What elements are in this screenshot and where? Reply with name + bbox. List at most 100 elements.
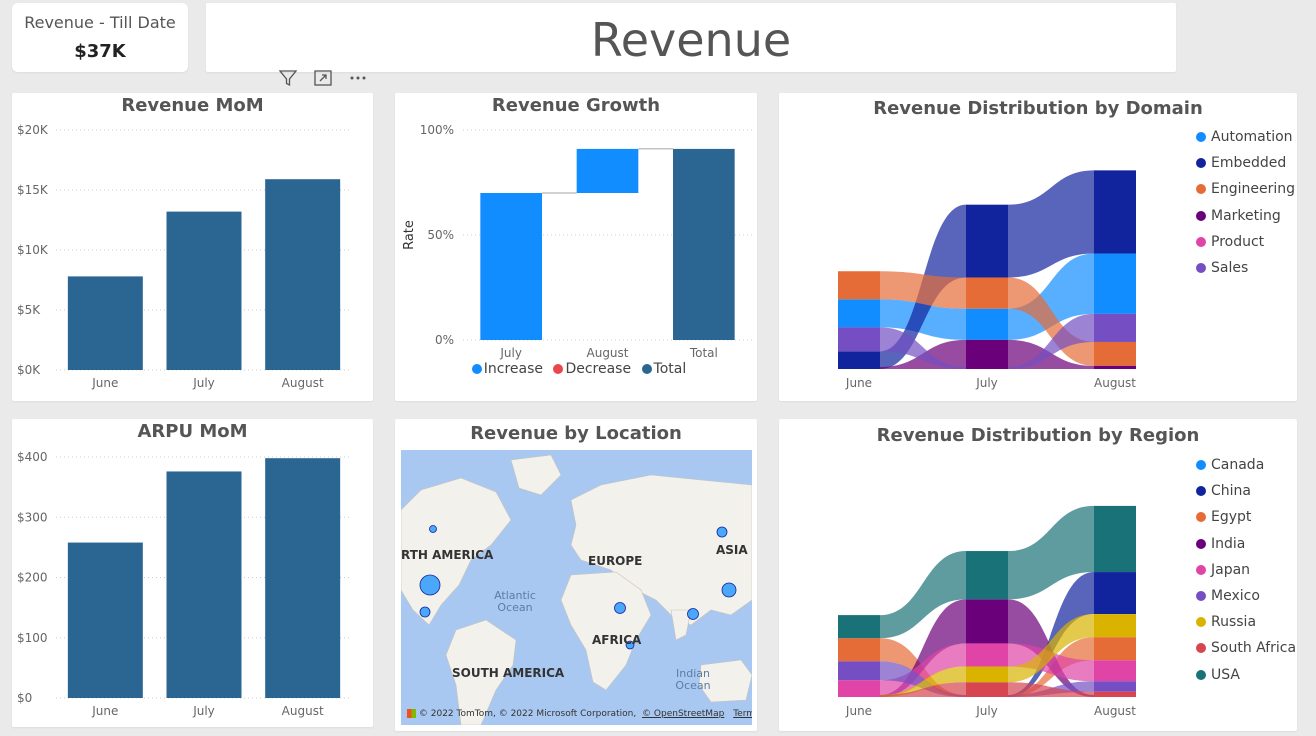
revenue-by-location-panel[interactable]: Revenue by Location RTH AMERICA EUROPE A…: [395, 419, 757, 731]
legend-label: Embedded: [1211, 155, 1287, 172]
y-tick-label: $200: [17, 571, 48, 585]
ribbon-segment: [1094, 341, 1136, 366]
legend-item[interactable]: Canada: [1196, 452, 1296, 478]
legend-dot: [1196, 669, 1206, 680]
legend-dot: [1196, 184, 1206, 195]
ribbon-segment: [838, 638, 880, 662]
page-title: Revenue: [590, 13, 792, 67]
legend-item[interactable]: Egypt: [1196, 504, 1296, 530]
location-bubble: [721, 582, 737, 598]
osm-link[interactable]: © OpenStreetMap: [642, 709, 724, 719]
legend-dot: [1196, 236, 1206, 247]
legend-item[interactable]: Product: [1196, 229, 1295, 255]
terms-link[interactable]: Terms: [733, 709, 752, 719]
x-tick-label: July: [499, 346, 522, 360]
legend-item[interactable]: Marketing: [1196, 203, 1295, 229]
bar: [67, 542, 143, 698]
bar: [265, 458, 341, 698]
map-label-atlantic: Atlantic Ocean: [494, 589, 536, 614]
legend-dot: [1196, 210, 1206, 221]
legend-dot: [1196, 460, 1206, 471]
legend-label: Canada: [1211, 457, 1265, 474]
legend-dot: [1196, 132, 1206, 143]
ribbon-segment: [1094, 691, 1136, 697]
x-tick-label: July: [192, 376, 215, 390]
focus-mode-icon[interactable]: [313, 68, 333, 88]
y-tick-label: 50%: [427, 228, 454, 242]
legend-label: South Africa: [1211, 640, 1297, 657]
revenue-mom-panel[interactable]: Revenue MoM $0K $5K $10K $15K $20K June July Au…: [12, 93, 373, 401]
legend-dot: [1196, 617, 1206, 628]
attribution-text: © 2022 TomTom, © 2022 Microsoft Corporat…: [418, 709, 637, 719]
page-title-card: Revenue: [206, 3, 1176, 72]
bar: [166, 471, 242, 698]
location-bubble: [429, 525, 437, 533]
y-axis-label: Rate: [402, 220, 417, 250]
legend-dot: [1196, 564, 1206, 575]
legend-item[interactable]: Japan: [1196, 557, 1296, 583]
legend-label: China: [1211, 483, 1251, 500]
x-tick-label: August: [1094, 376, 1136, 390]
kpi-card: Revenue - Till Date $37K: [12, 3, 188, 72]
x-tick-label: June: [845, 704, 872, 718]
ribbon-segment: [1094, 505, 1136, 573]
ribbon-segment: [1094, 313, 1136, 342]
legend-item[interactable]: USA: [1196, 662, 1296, 688]
map-attribution: © 2022 TomTom, © 2022 Microsoft Corporat…: [407, 709, 752, 719]
legend-label: Marketing: [1211, 207, 1281, 224]
legend-item[interactable]: Automation: [1196, 124, 1295, 150]
legend-dot: [1196, 512, 1206, 523]
legend-item[interactable]: Mexico: [1196, 583, 1296, 609]
legend-label: Total: [653, 361, 687, 377]
x-tick-label: July: [192, 704, 215, 718]
arpu-mom-panel[interactable]: ARPU MoM $0 $100 $200 $300 $400 June July Augus…: [12, 419, 373, 727]
legend-label: USA: [1211, 666, 1240, 683]
filter-icon[interactable]: [278, 68, 298, 88]
ribbon-segment: [966, 551, 1008, 600]
ribbon-segment: [966, 666, 1008, 683]
world-map[interactable]: RTH AMERICA EUROPE ASIA AFRICA SOUTH AME…: [401, 450, 752, 725]
legend-item[interactable]: Engineering: [1196, 176, 1295, 202]
location-bubble: [716, 526, 728, 538]
legend-item[interactable]: Sales: [1196, 255, 1295, 281]
y-tick-label: $400: [17, 450, 48, 464]
ribbon-segment: [1094, 660, 1136, 682]
ribbon-segment: [838, 271, 880, 300]
map-label-europe: EUROPE: [588, 554, 643, 568]
legend-dot: [1196, 591, 1206, 602]
y-tick-label: 0%: [435, 333, 454, 347]
legend-item[interactable]: South Africa: [1196, 635, 1296, 661]
legend-dot: [641, 364, 652, 374]
legend-dot: [1196, 538, 1206, 549]
chart-legend: Canada China Egypt India Japan Mexico Russia So…: [1196, 452, 1296, 688]
legend-label: Mexico: [1211, 588, 1260, 605]
ribbon-segment: [1094, 572, 1136, 615]
y-tick-label: $0: [17, 691, 32, 705]
ribbon-segment: [966, 682, 1008, 697]
legend-item[interactable]: Russia: [1196, 609, 1296, 635]
ribbon-segment: [966, 599, 1008, 644]
windows-logo-icon: [407, 709, 416, 718]
revenue-by-region-panel[interactable]: Revenue Distribution by Region June July A…: [779, 419, 1297, 731]
x-tick-label: August: [1094, 704, 1136, 718]
revenue-growth-panel[interactable]: Revenue Growth 0% 50% 100% Rate July August To…: [395, 93, 757, 401]
x-tick-label: July: [975, 376, 998, 390]
y-tick-label: $100: [17, 631, 48, 645]
more-options-icon[interactable]: [348, 68, 368, 88]
map-label-indian: Indian Ocean: [675, 667, 711, 692]
map-label-africa: AFRICA: [592, 633, 642, 647]
legend-item[interactable]: Embedded: [1196, 150, 1295, 176]
x-tick-label: June: [91, 376, 118, 390]
legend-item[interactable]: China: [1196, 478, 1296, 504]
bar: [576, 148, 639, 193]
x-tick-label: Total: [689, 346, 718, 360]
legend-item[interactable]: India: [1196, 531, 1296, 557]
bar: [480, 193, 542, 340]
arpu-mom-chart: $0 $100 $200 $300 $400 June July August: [17, 450, 352, 718]
revenue-by-domain-panel[interactable]: Revenue Distribution by Domain June July A…: [779, 93, 1297, 401]
legend-label: Sales: [1211, 260, 1249, 277]
ribbon-segment: [1094, 253, 1136, 314]
bar: [67, 276, 143, 370]
bar: [166, 211, 242, 370]
legend-dot: [1196, 263, 1206, 274]
